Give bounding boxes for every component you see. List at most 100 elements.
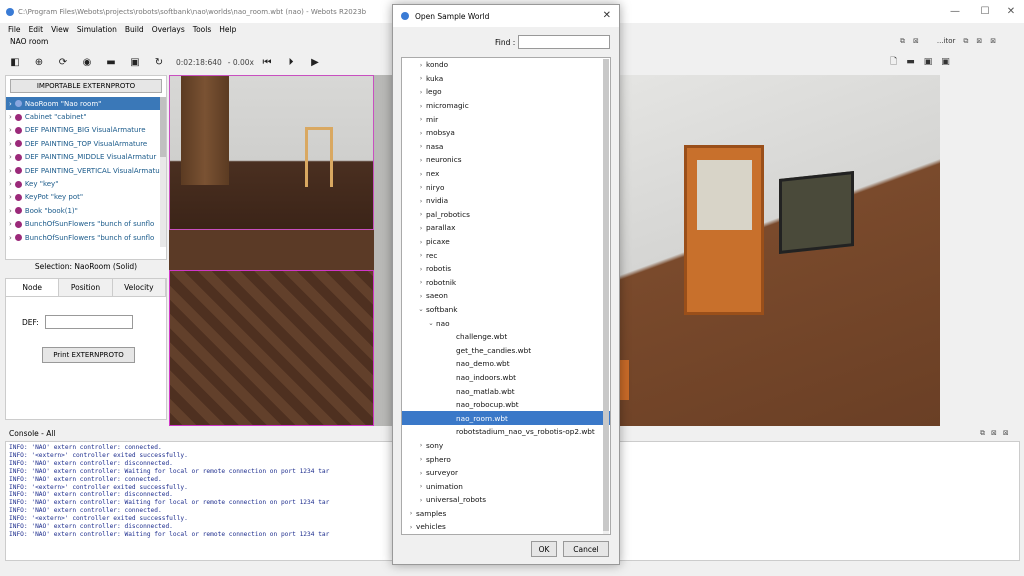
chevron-icon[interactable]: ⌄ bbox=[416, 305, 426, 313]
folder-item[interactable]: › saeon bbox=[402, 289, 610, 303]
toggle-scene-tree-icon[interactable]: ◧ bbox=[8, 55, 22, 69]
chevron-icon[interactable]: › bbox=[416, 102, 426, 110]
chevron-icon[interactable]: › bbox=[416, 496, 426, 504]
folder-item[interactable]: › nvidia bbox=[402, 194, 610, 208]
folder-item[interactable]: › rec bbox=[402, 248, 610, 262]
folder-item[interactable]: › kuka bbox=[402, 72, 610, 86]
editor-max-icon[interactable]: ⊠ bbox=[976, 37, 982, 46]
menu-overlays[interactable]: Overlays bbox=[152, 25, 185, 34]
chevron-icon[interactable]: › bbox=[416, 210, 426, 218]
scene-tree-item[interactable]: › BunchOfSunFlowers "bunch of sunflo bbox=[6, 218, 166, 231]
reload-icon[interactable]: ⟳ bbox=[56, 55, 70, 69]
expand-chevron-icon[interactable]: › bbox=[9, 207, 12, 215]
chevron-icon[interactable]: › bbox=[416, 265, 426, 273]
step-back-icon[interactable]: ⏮ bbox=[260, 55, 274, 69]
folder-item[interactable]: › sphero bbox=[402, 452, 610, 466]
view-icon[interactable]: ◉ bbox=[80, 55, 94, 69]
console-float-icon[interactable]: ⧉ bbox=[980, 429, 985, 438]
new-file-icon[interactable]: 🗋 bbox=[890, 54, 897, 70]
editor-close-icon[interactable]: ⊠ bbox=[990, 37, 996, 46]
folder-item[interactable]: › robotis bbox=[402, 262, 610, 276]
folder-item[interactable]: › mir bbox=[402, 112, 610, 126]
folder-item[interactable]: › neuronics bbox=[402, 153, 610, 167]
save-all-icon[interactable]: ▣ bbox=[941, 57, 950, 67]
chevron-icon[interactable]: › bbox=[416, 441, 426, 449]
expand-chevron-icon[interactable]: › bbox=[9, 153, 12, 161]
tab-velocity[interactable]: Velocity bbox=[112, 279, 166, 296]
folder-item[interactable]: › kondo bbox=[402, 58, 610, 72]
menu-help[interactable]: Help bbox=[219, 25, 236, 34]
expand-chevron-icon[interactable]: › bbox=[9, 140, 12, 148]
chevron-icon[interactable]: › bbox=[416, 469, 426, 477]
chevron-icon[interactable]: › bbox=[416, 115, 426, 123]
step-icon[interactable]: ⏵ bbox=[284, 55, 298, 69]
find-input[interactable] bbox=[518, 35, 610, 49]
folder-item[interactable]: › nex bbox=[402, 167, 610, 181]
folder-item[interactable]: › samples bbox=[402, 507, 610, 521]
world-file-item[interactable]: get_the_candies.wbt bbox=[402, 343, 610, 357]
open-world-icon[interactable]: ▬ bbox=[104, 55, 118, 69]
add-node-icon[interactable]: ⊕ bbox=[32, 55, 46, 69]
tab-node[interactable]: Node bbox=[6, 279, 60, 296]
folder-item[interactable]: › lego bbox=[402, 85, 610, 99]
chevron-icon[interactable]: › bbox=[416, 61, 426, 69]
chevron-icon[interactable]: › bbox=[416, 238, 426, 246]
scene-tree-item[interactable]: › BunchOfSunFlowers "bunch of sunflo bbox=[6, 231, 166, 244]
expand-chevron-icon[interactable]: › bbox=[9, 180, 12, 188]
scene-tree-item[interactable]: › DEF PAINTING_VERTICAL VisualArmatu bbox=[6, 164, 166, 177]
open-file-icon[interactable]: ▬ bbox=[906, 57, 915, 67]
expand-chevron-icon[interactable]: › bbox=[9, 234, 12, 242]
scene-tree-item[interactable]: › Cabinet "cabinet" bbox=[6, 110, 166, 123]
print-externproto-button[interactable]: Print EXTERNPROTO bbox=[42, 347, 135, 363]
chevron-icon[interactable]: › bbox=[416, 74, 426, 82]
scrollbar-thumb[interactable] bbox=[160, 97, 166, 157]
expand-chevron-icon[interactable]: › bbox=[9, 100, 12, 108]
menu-simulation[interactable]: Simulation bbox=[77, 25, 117, 34]
expand-chevron-icon[interactable]: › bbox=[9, 113, 12, 121]
chevron-icon[interactable]: › bbox=[416, 197, 426, 205]
chevron-icon[interactable]: › bbox=[416, 183, 426, 191]
editor-float-icon[interactable]: ⧉ bbox=[963, 37, 968, 46]
world-file-item[interactable]: nao_room.wbt bbox=[402, 411, 610, 426]
chevron-icon[interactable]: › bbox=[416, 482, 426, 490]
float-icon[interactable]: ⧉ bbox=[900, 37, 905, 46]
folder-item[interactable]: › pal_robotics bbox=[402, 208, 610, 222]
chevron-icon[interactable]: › bbox=[406, 523, 416, 531]
menu-edit[interactable]: Edit bbox=[29, 25, 44, 34]
world-file-item[interactable]: nao_demo.wbt bbox=[402, 357, 610, 371]
def-input[interactable] bbox=[44, 315, 133, 329]
scene-tree-item[interactable]: › DEF PAINTING_BIG VisualArmature bbox=[6, 124, 166, 137]
list-scrollbar-thumb[interactable] bbox=[603, 59, 609, 531]
expand-chevron-icon[interactable]: › bbox=[9, 126, 12, 134]
list-scrollbar[interactable] bbox=[603, 59, 609, 534]
chevron-icon[interactable]: › bbox=[406, 509, 416, 517]
world-file-item[interactable]: challenge.wbt bbox=[402, 330, 610, 344]
chevron-icon[interactable]: › bbox=[416, 278, 426, 286]
menu-file[interactable]: File bbox=[8, 25, 21, 34]
tab-position[interactable]: Position bbox=[59, 279, 113, 296]
scene-tree-item[interactable]: › NaoRoom "Nao room" bbox=[6, 97, 166, 111]
menu-build[interactable]: Build bbox=[125, 25, 144, 34]
folder-item[interactable]: › picaxe bbox=[402, 235, 610, 249]
folder-item[interactable]: › unimation bbox=[402, 479, 610, 493]
folder-item[interactable]: › vehicles bbox=[402, 520, 610, 534]
chevron-icon[interactable]: › bbox=[416, 251, 426, 259]
expand-chevron-icon[interactable]: › bbox=[9, 167, 12, 175]
folder-item[interactable]: › sony bbox=[402, 439, 610, 453]
scene-tree-item[interactable]: › KeyPot "key pot" bbox=[6, 191, 166, 204]
chevron-icon[interactable]: › bbox=[416, 129, 426, 137]
expand-chevron-icon[interactable]: › bbox=[9, 193, 12, 201]
world-file-item[interactable]: nao_matlab.wbt bbox=[402, 384, 610, 398]
play-icon[interactable]: ▶ bbox=[308, 55, 322, 69]
folder-item[interactable]: › universal_robots bbox=[402, 493, 610, 507]
chevron-icon[interactable]: › bbox=[416, 224, 426, 232]
close-window-button[interactable]: ✕ bbox=[996, 0, 1024, 23]
scene-tree-item[interactable]: › DEF PAINTING_TOP VisualArmature bbox=[6, 137, 166, 150]
menu-tools[interactable]: Tools bbox=[193, 25, 211, 34]
world-file-item[interactable]: robotstadium_nao_vs_robotis-op2.wbt bbox=[402, 425, 610, 439]
ok-button[interactable]: OK bbox=[531, 541, 557, 557]
folder-item[interactable]: ⌄ nao bbox=[402, 316, 610, 330]
scene-tree-item[interactable]: › Key "key" bbox=[6, 177, 166, 190]
world-file-item[interactable]: nao_robocup.wbt bbox=[402, 398, 610, 412]
folder-item[interactable]: › niryo bbox=[402, 180, 610, 194]
